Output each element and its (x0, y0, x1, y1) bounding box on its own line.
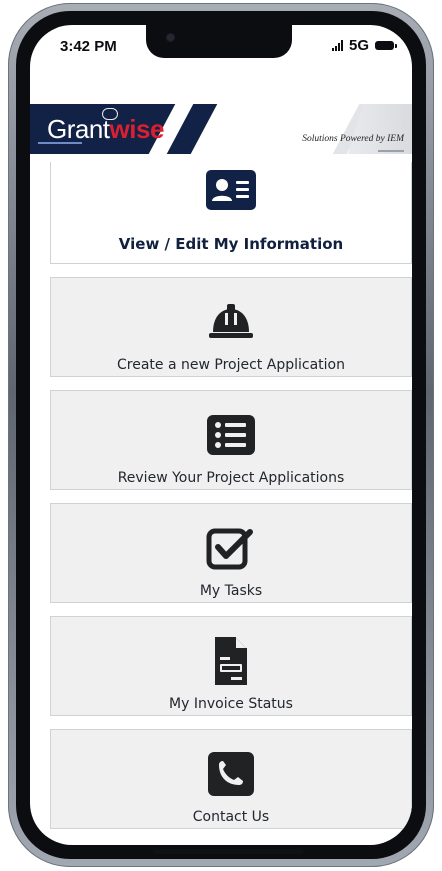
header-banner: Grantwise Solutions Powered by IEM (30, 104, 412, 162)
home-indicator[interactable] (153, 849, 304, 854)
contact-card-icon (205, 166, 257, 214)
menu-item-my-tasks[interactable]: My Tasks (50, 503, 412, 603)
checkbox-icon (205, 524, 257, 572)
menu-item-contact-us[interactable]: Contact Us (50, 729, 412, 829)
iem-tagline: Solutions Powered by IEM (302, 134, 404, 144)
menu-item-create-project[interactable]: Create a new Project Application (50, 277, 412, 377)
camera-icon (166, 33, 175, 42)
signal-icon (331, 40, 343, 51)
main-menu: View / Edit My Information Create a new … (50, 162, 412, 842)
menu-item-review-projects[interactable]: Review Your Project Applications (50, 390, 412, 490)
menu-item-label: My Tasks (199, 583, 263, 599)
list-icon (205, 411, 257, 459)
menu-item-label: View / Edit My Information (118, 235, 344, 253)
battery-icon (375, 41, 397, 50)
grantwise-logo[interactable]: Grantwise (47, 116, 164, 142)
menu-item-label: Create a new Project Application (117, 357, 345, 373)
menu-item-view-edit-info[interactable]: View / Edit My Information (50, 162, 412, 264)
status-right: 5G (331, 37, 397, 54)
network-label: 5G (348, 37, 369, 54)
menu-item-label: Contact Us (192, 809, 270, 825)
phone-bezel: 3:42 PM 5G Grantwise Solutions Powered b… (16, 11, 426, 859)
phone-icon (205, 750, 257, 798)
logo-wise-text: wise (109, 114, 165, 144)
iem-tiny-mark (378, 150, 404, 152)
status-time: 3:42 PM (60, 38, 117, 55)
phone-screen: 3:42 PM 5G Grantwise Solutions Powered b… (30, 25, 412, 845)
hard-hat-icon (205, 298, 257, 346)
invoice-icon (205, 637, 257, 685)
menu-item-label: Review Your Project Applications (117, 470, 345, 486)
menu-item-invoice-status[interactable]: My Invoice Status (50, 616, 412, 716)
phone-frame: 3:42 PM 5G Grantwise Solutions Powered b… (8, 3, 434, 867)
notch (146, 25, 292, 58)
menu-item-label: My Invoice Status (169, 696, 293, 712)
logo-grant-text: Grant (47, 114, 110, 144)
logo-subline (38, 142, 82, 144)
